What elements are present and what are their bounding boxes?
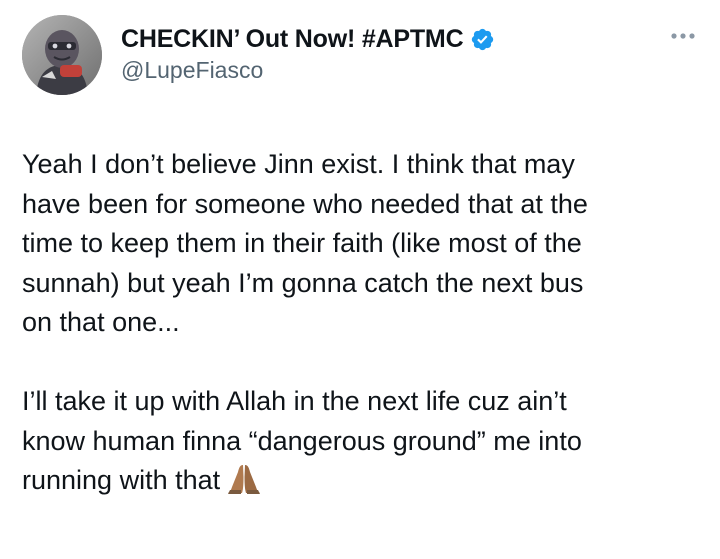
tweet-line: time to keep them in their faith (like m… [22, 228, 582, 258]
author-handle[interactable]: @LupeFiasco [121, 57, 263, 84]
tweet-line: sunnah) but yeah I’m gonna catch the nex… [22, 267, 584, 298]
tweet-line: have been for someone who needed that at… [22, 188, 588, 219]
display-name[interactable]: CHECKIN’ Out Now! #APTMC [121, 25, 464, 54]
tweet-paragraph: I’ll take it up with Allah in the next l… [22, 382, 712, 501]
tweet-paragraph: Yeah I don’t believe Jinn exist. I think… [22, 145, 712, 343]
more-options-icon [671, 33, 695, 39]
tweet-line: Yeah I don’t believe Jinn exist. I think… [22, 149, 575, 179]
author-row: CHECKIN’ Out Now! #APTMC [121, 22, 495, 56]
avatar[interactable] [22, 15, 102, 95]
more-options-button[interactable] [666, 22, 700, 50]
tweet-line: running with that [22, 461, 712, 501]
tweet-text: Yeah I don’t believe Jinn exist. I think… [22, 145, 712, 501]
verified-badge-icon [470, 27, 495, 52]
tweet-line: on that one... [22, 307, 180, 337]
tweet-card: CHECKIN’ Out Now! #APTMC @LupeFiasco Yea… [0, 0, 720, 559]
tweet-line: I’ll take it up with Allah in the next l… [22, 386, 567, 416]
tweet-line: know human finna “dangerous ground” me i… [22, 425, 582, 456]
avatar-image [22, 15, 102, 95]
tweet-line-text: running with that [22, 465, 221, 495]
praying-hands-emoji-icon [226, 463, 262, 495]
